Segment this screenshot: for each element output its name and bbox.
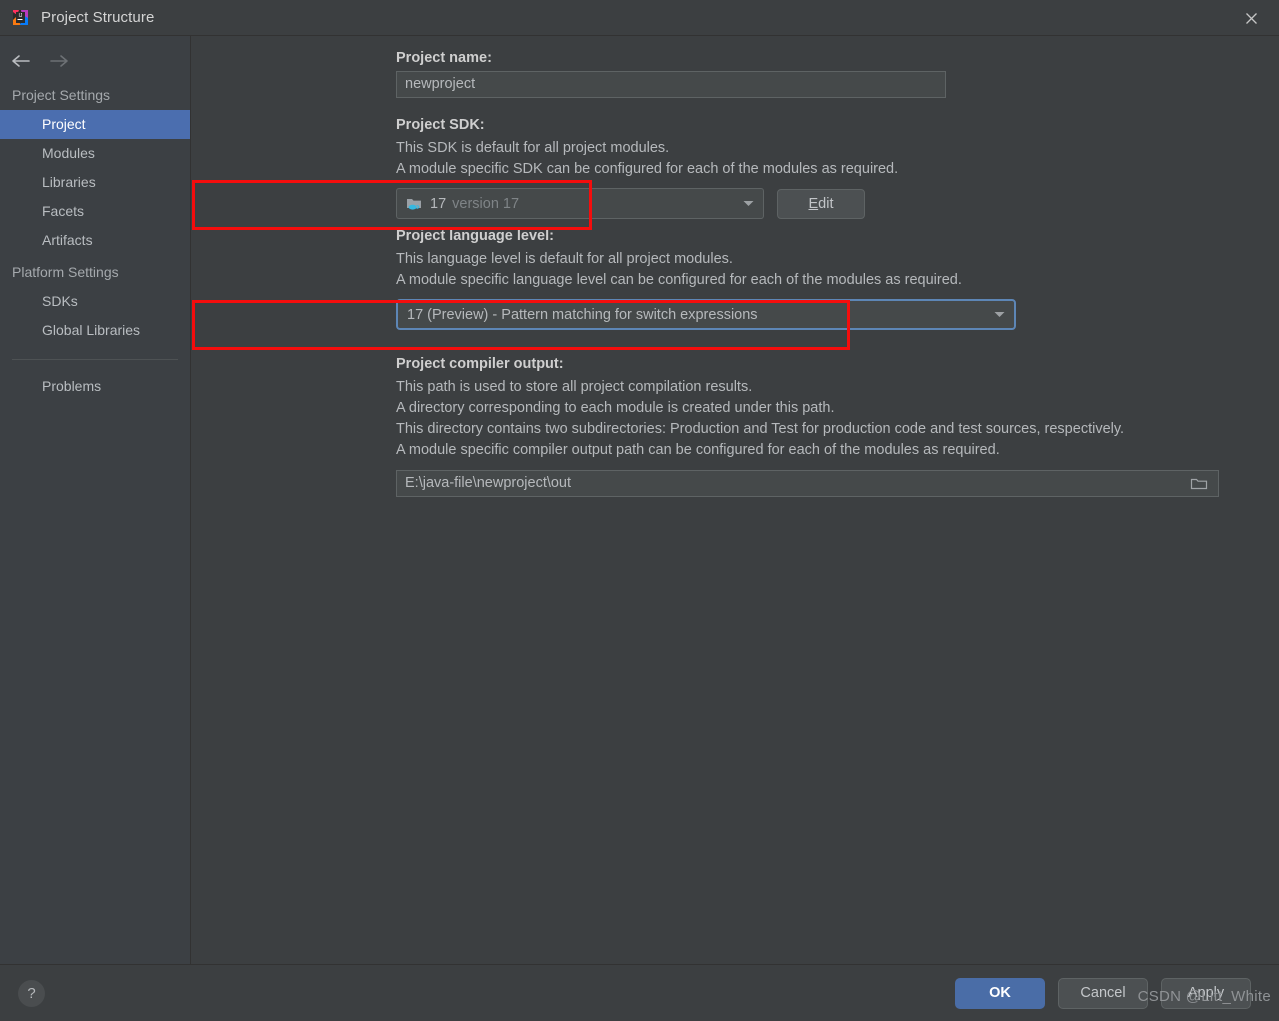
arrow-right-icon[interactable] (48, 50, 70, 72)
project-name-input[interactable]: newproject (396, 71, 946, 98)
language-level-value: 17 (Preview) - Pattern matching for swit… (407, 306, 758, 323)
compiler-output-description-line-3: This directory contains two subdirectori… (396, 421, 1125, 437)
sidebar-item-global-libraries[interactable]: Global Libraries (0, 316, 190, 345)
compiler-output-path-value: E:\java-file\newproject\out (405, 475, 572, 491)
compiler-output-label: Project compiler output: (396, 356, 564, 372)
help-button[interactable]: ? (18, 979, 45, 1007)
language-level-description-line-1: This language level is default for all p… (396, 251, 733, 267)
compiler-output-description-line-1: This path is used to store all project c… (396, 379, 753, 395)
project-sdk-dropdown[interactable]: 17 version 17 (396, 188, 764, 219)
sidebar-item-libraries[interactable]: Libraries (0, 168, 190, 197)
sidebar-item-modules[interactable]: Modules (0, 139, 190, 168)
dialog-body: Project Settings Project Modules Librari… (0, 36, 1279, 964)
compiler-output-description-line-2: A directory corresponding to each module… (396, 400, 835, 416)
edit-button-mnemonic: E (808, 195, 819, 212)
language-level-dropdown[interactable]: 17 (Preview) - Pattern matching for swit… (396, 299, 1016, 330)
language-level-section: Project language level: This language le… (396, 228, 1279, 330)
chevron-down-icon[interactable] (739, 195, 757, 213)
compiler-output-description-line-4: A module specific compiler output path c… (396, 442, 1000, 458)
arrow-left-icon[interactable] (10, 50, 32, 72)
edit-sdk-button[interactable]: Edit (777, 188, 865, 219)
language-level-label: Project language level: (396, 228, 554, 244)
svg-text:IJ: IJ (19, 13, 23, 19)
compiler-output-path-field[interactable]: E:\java-file\newproject\out (396, 470, 1219, 497)
project-sdk-version: 17 (430, 195, 447, 212)
compiler-output-section: Project compiler output: This path is us… (396, 356, 1279, 497)
cancel-button[interactable]: Cancel (1058, 977, 1148, 1009)
sidebar-item-problems[interactable]: Problems (0, 372, 190, 401)
sidebar-item-artifacts[interactable]: Artifacts (0, 226, 190, 255)
sidebar-item-project[interactable]: Project (0, 110, 190, 139)
intellij-idea-icon: IJ (12, 9, 29, 26)
navigation-arrows (0, 44, 190, 78)
sidebar-group-project-settings: Project Settings (12, 87, 111, 103)
dialog-footer: ? OK Cancel Apply (0, 964, 1279, 1021)
settings-sidebar: Project Settings Project Modules Librari… (0, 36, 191, 964)
java-sdk-folder-icon (406, 196, 423, 211)
window-titlebar: IJ Project Structure (0, 0, 1279, 36)
chevron-down-icon[interactable] (990, 306, 1008, 324)
project-sdk-value: 17 version 17 (430, 196, 739, 212)
language-level-description-line-2: A module specific language level can be … (396, 272, 962, 288)
sidebar-group-platform-settings: Platform Settings (12, 264, 119, 280)
project-sdk-version-suffix: version 17 (452, 195, 520, 212)
project-name-section: Project name: newproject (396, 50, 1279, 98)
sidebar-item-sdks[interactable]: SDKs (0, 287, 190, 316)
close-icon[interactable] (1223, 0, 1279, 36)
project-settings-panel: Project name: newproject Project SDK: Th… (191, 36, 1279, 964)
sidebar-separator (12, 359, 178, 360)
project-sdk-description-line-2: A module specific SDK can be configured … (396, 161, 899, 177)
sidebar-item-facets[interactable]: Facets (0, 197, 190, 226)
edit-button-label-rest: dit (818, 195, 834, 212)
project-sdk-label: Project SDK: (396, 117, 485, 133)
folder-browse-icon[interactable] (1188, 474, 1210, 494)
project-name-label: Project name: (396, 50, 492, 66)
project-sdk-description-line-1: This SDK is default for all project modu… (396, 140, 670, 156)
ok-button[interactable]: OK (955, 977, 1045, 1009)
project-sdk-row: 17 version 17 Edit (396, 188, 1279, 219)
project-sdk-section: Project SDK: This SDK is default for all… (396, 117, 1279, 219)
window-title: Project Structure (41, 9, 155, 26)
watermark: CSDN @Litt_White (1137, 988, 1271, 1005)
